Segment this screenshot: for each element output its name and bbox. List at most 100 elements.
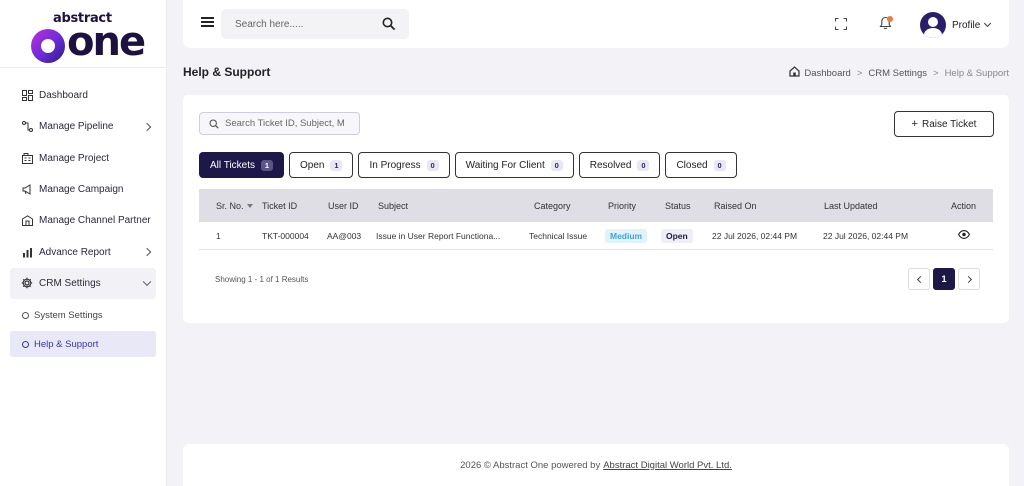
- sidebar-item-label: Advance Report: [39, 246, 111, 258]
- cell-raised-on: 22 Jul 2026, 02:44 PM: [712, 230, 798, 241]
- tab-count-badge: 0: [550, 159, 563, 171]
- sidebar-item-label: Manage Pipeline: [39, 121, 114, 133]
- status-badge: Open: [661, 228, 693, 243]
- page-title: Help & Support: [183, 65, 271, 79]
- column-header-action: Action: [951, 200, 977, 211]
- sidebar-item-advance-report[interactable]: Advance Report: [0, 236, 166, 267]
- footer-text: 2026 © Abstract One powered by: [460, 459, 601, 471]
- partner-icon: [21, 215, 33, 227]
- sidebar-subitem-label: Help & Support: [34, 338, 99, 350]
- breadcrumb-separator: >: [933, 67, 939, 79]
- menu-icon[interactable]: [201, 17, 214, 27]
- breadcrumb-current: Help & Support: [944, 67, 1009, 79]
- tab-in-progress[interactable]: In Progress 0: [358, 152, 450, 178]
- profile-menu[interactable]: Profile: [920, 12, 992, 38]
- column-header-subject: Subject: [378, 200, 409, 211]
- tab-label: Resolved: [589, 159, 632, 171]
- cell-last-updated: 22 Jul 2026, 02:44 PM: [823, 230, 909, 241]
- chevron-right-icon: [142, 247, 152, 257]
- search-icon[interactable]: [382, 17, 395, 33]
- cell-subject: Issue in User Report Functiona...: [376, 230, 501, 241]
- priority-badge: Medium: [605, 228, 648, 243]
- home-icon[interactable]: [789, 66, 800, 80]
- breadcrumb-crm-settings[interactable]: CRM Settings: [868, 68, 927, 79]
- pagination-summary: Showing 1 - 1 of 1 Results: [215, 275, 309, 284]
- chevron-down-icon: [984, 19, 992, 28]
- sidebar-item-label: Manage Campaign: [39, 184, 124, 196]
- cell-action: [916, 230, 993, 241]
- column-header-sr-no[interactable]: Sr. No.: [199, 200, 253, 211]
- ticket-search-input[interactable]: Search Ticket ID, Subject, M: [199, 112, 360, 135]
- ticket-search-placeholder: Search Ticket ID, Subject, M: [225, 118, 345, 129]
- tab-label: Waiting For Client: [465, 159, 545, 171]
- next-page-button[interactable]: [958, 268, 980, 290]
- tab-all-tickets[interactable]: All Tickets 1: [199, 152, 285, 178]
- sidebar-nav: Dashboard Manage Pipeline Manage Project…: [0, 68, 166, 358]
- tab-closed[interactable]: Closed 0: [665, 152, 737, 178]
- sidebar-subitem-help-support[interactable]: Help & Support: [10, 331, 156, 358]
- cell-user-id: AA@003: [327, 230, 362, 241]
- column-header-user-id: User ID: [328, 200, 359, 211]
- fullscreen-icon[interactable]: [834, 17, 848, 31]
- tab-open[interactable]: Open 1: [289, 152, 354, 178]
- sidebar-item-manage-channel-partner[interactable]: Manage Channel Partner: [0, 205, 166, 236]
- tab-count-badge: 0: [637, 159, 650, 171]
- sidebar-item-label: Dashboard: [39, 90, 88, 102]
- chevron-down-icon: [142, 277, 152, 287]
- tab-label: All Tickets: [210, 159, 256, 171]
- footer-company-link[interactable]: Abstract Digital World Pvt. Ltd.: [603, 460, 732, 471]
- tab-count-badge: 1: [330, 159, 343, 171]
- sidebar-subitem-label: System Settings: [34, 309, 103, 321]
- cell-ticket-id: TKT-000004: [262, 230, 309, 241]
- notification-dot: [887, 16, 893, 22]
- cell-sr-no: 1: [216, 230, 221, 241]
- tab-label: In Progress: [369, 159, 421, 171]
- column-header-status: Status: [665, 200, 691, 211]
- sidebar-item-manage-pipeline[interactable]: Manage Pipeline: [0, 111, 166, 142]
- status-tabs: All Tickets 1 Open 1 In Progress 0 Waiti…: [199, 152, 742, 178]
- tickets-table: Sr. No. Ticket ID User ID Subject Catego…: [199, 189, 993, 250]
- raise-ticket-label: Raise Ticket: [921, 118, 977, 130]
- logo-ring-icon: [31, 28, 65, 63]
- pipeline-icon: [21, 121, 33, 133]
- sidebar-item-label: Manage Channel Partner: [39, 215, 151, 227]
- sidebar-item-manage-campaign[interactable]: Manage Campaign: [0, 174, 166, 205]
- chevron-left-icon: [916, 275, 924, 283]
- tab-count-badge: 0: [426, 159, 439, 171]
- page-number-button[interactable]: 1: [933, 268, 955, 290]
- logo[interactable]: abstract one: [0, 0, 166, 68]
- column-header-ticket-id: Ticket ID: [262, 200, 298, 211]
- global-search-input[interactable]: Search here.....: [221, 9, 409, 39]
- search-icon: [209, 118, 219, 129]
- tab-count-badge: 0: [713, 159, 726, 171]
- breadcrumb: Dashboard > CRM Settings > Help & Suppor…: [789, 66, 1009, 80]
- cell-category: Technical Issue: [529, 230, 588, 241]
- circle-bullet-icon: [22, 340, 29, 348]
- table-row[interactable]: 1 TKT-000004 AA@003 Issue in User Report…: [199, 222, 993, 250]
- project-icon: [21, 152, 33, 164]
- view-eye-icon[interactable]: [957, 230, 971, 241]
- sidebar-item-dashboard[interactable]: Dashboard: [0, 80, 166, 111]
- logo-main-text: one: [67, 18, 146, 65]
- sidebar-subitem-system-settings[interactable]: System Settings: [0, 301, 166, 329]
- column-label: Sr. No.: [216, 200, 244, 211]
- sidebar-item-label: CRM Settings: [39, 277, 101, 289]
- column-header-raised-on: Raised On: [714, 200, 757, 211]
- dashboard-icon: [21, 90, 33, 102]
- breadcrumb-dashboard[interactable]: Dashboard: [804, 68, 850, 79]
- sidebar-item-crm-settings[interactable]: CRM Settings: [10, 267, 156, 300]
- search-placeholder: Search here.....: [235, 18, 304, 30]
- tab-waiting-for-client[interactable]: Waiting For Client 0: [454, 152, 574, 178]
- tab-label: Closed: [676, 159, 708, 171]
- column-header-category: Category: [534, 200, 571, 211]
- tab-resolved[interactable]: Resolved 0: [578, 152, 661, 178]
- breadcrumb-separator: >: [856, 67, 863, 79]
- prev-page-button[interactable]: [908, 268, 930, 290]
- sidebar-item-manage-project[interactable]: Manage Project: [0, 143, 166, 174]
- circle-bullet-icon: [22, 311, 29, 319]
- raise-ticket-button[interactable]: + Raise Ticket: [894, 111, 994, 137]
- sidebar: abstract one Dashboard Manage Pipeline M…: [0, 0, 167, 486]
- tickets-card: Search Ticket ID, Subject, M + Raise Tic…: [183, 95, 1009, 323]
- chevron-right-icon: [964, 275, 972, 283]
- report-icon: [21, 246, 33, 258]
